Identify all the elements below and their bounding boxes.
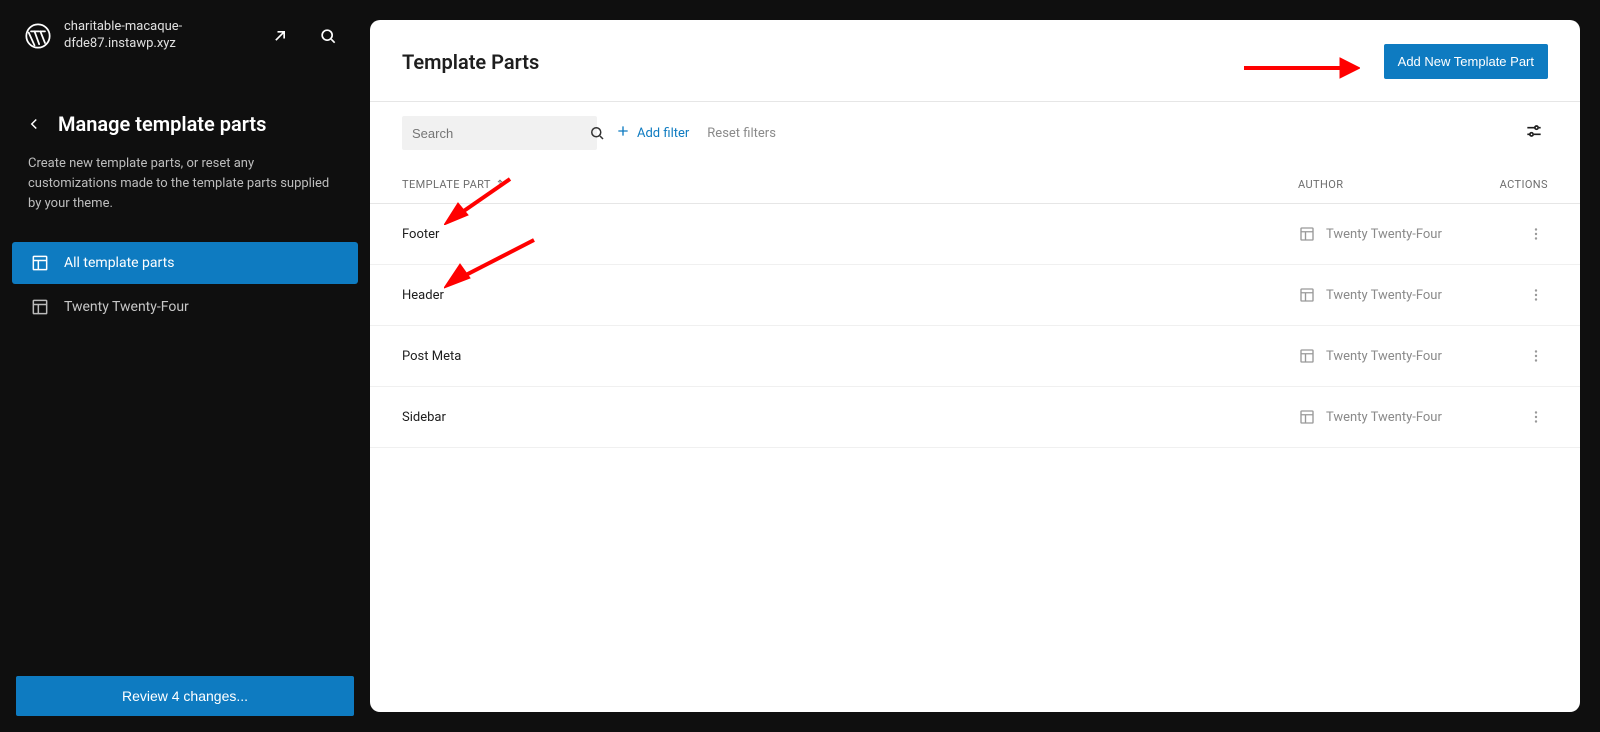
search-input[interactable] — [412, 126, 588, 141]
row-actions — [1478, 222, 1548, 246]
template-part-author: Twenty Twenty-Four — [1298, 225, 1478, 243]
main-panel: Template Parts Add New Template Part Add… — [370, 20, 1580, 712]
sidebar-title: Manage template parts — [58, 112, 266, 136]
sidebar-item-label: Twenty Twenty-Four — [64, 299, 189, 315]
sidebar-item-all-template-parts[interactable]: All template parts — [12, 242, 358, 284]
search-icon — [588, 124, 606, 142]
sidebar-item-theme[interactable]: Twenty Twenty-Four — [12, 286, 358, 328]
row-actions — [1478, 344, 1548, 368]
template-part-name[interactable]: Header — [402, 288, 1298, 303]
sidebar-top: charitable-macaque-dfde87.instawp.xyz — [0, 0, 370, 72]
layout-icon — [30, 253, 50, 273]
wordpress-logo-icon[interactable] — [24, 22, 52, 50]
row-actions-menu-icon[interactable] — [1524, 283, 1548, 307]
table-row: Sidebar Twenty Twenty-Four — [370, 387, 1580, 448]
main-header: Template Parts Add New Template Part — [370, 20, 1580, 102]
row-actions — [1478, 405, 1548, 429]
back-chevron-icon[interactable] — [24, 115, 44, 133]
template-part-author: Twenty Twenty-Four — [1298, 408, 1478, 426]
layout-icon — [1298, 408, 1316, 426]
table-row: Footer Twenty Twenty-Four — [370, 204, 1580, 265]
table-row: Post Meta Twenty Twenty-Four — [370, 326, 1580, 387]
sidebar-item-label: All template parts — [64, 255, 174, 271]
reset-filters-button[interactable]: Reset filters — [707, 126, 776, 141]
filter-bar: Add filter Reset filters — [370, 102, 1580, 164]
template-part-author: Twenty Twenty-Four — [1298, 286, 1478, 304]
page-title: Template Parts — [402, 50, 539, 74]
template-part-name[interactable]: Sidebar — [402, 410, 1298, 425]
open-site-icon[interactable] — [262, 18, 298, 54]
layout-icon — [1298, 347, 1316, 365]
row-actions-menu-icon[interactable] — [1524, 344, 1548, 368]
template-part-author: Twenty Twenty-Four — [1298, 347, 1478, 365]
sort-asc-icon — [495, 178, 505, 191]
view-options-button[interactable] — [1520, 119, 1548, 147]
column-header-author[interactable]: AUTHOR — [1298, 178, 1478, 191]
sidebar-nav: All template parts Twenty Twenty-Four — [0, 234, 370, 338]
template-part-name[interactable]: Footer — [402, 227, 1298, 242]
column-header-actions: ACTIONS — [1478, 178, 1548, 191]
command-palette-icon[interactable] — [310, 18, 346, 54]
column-header-name[interactable]: TEMPLATE PART — [402, 178, 1298, 191]
sidebar: charitable-macaque-dfde87.instawp.xyz Ma… — [0, 0, 370, 732]
table-header: TEMPLATE PART AUTHOR ACTIONS — [370, 164, 1580, 204]
table-row: Header Twenty Twenty-Four — [370, 265, 1580, 326]
sidebar-title-row: Manage template parts — [0, 72, 370, 142]
row-actions — [1478, 283, 1548, 307]
layout-icon — [30, 297, 50, 317]
search-box[interactable] — [402, 116, 597, 150]
template-part-name[interactable]: Post Meta — [402, 349, 1298, 364]
sidebar-description: Create new template parts, or reset any … — [0, 142, 370, 234]
add-new-template-part-button[interactable]: Add New Template Part — [1384, 44, 1548, 79]
site-name: charitable-macaque-dfde87.instawp.xyz — [64, 19, 250, 53]
sliders-icon — [1524, 121, 1544, 145]
row-actions-menu-icon[interactable] — [1524, 222, 1548, 246]
layout-icon — [1298, 286, 1316, 304]
row-actions-menu-icon[interactable] — [1524, 405, 1548, 429]
sidebar-footer: Review 4 changes... — [0, 660, 370, 732]
add-filter-label: Add filter — [637, 126, 689, 141]
plus-icon — [615, 123, 631, 143]
layout-icon — [1298, 225, 1316, 243]
add-filter-button[interactable]: Add filter — [615, 123, 689, 143]
review-changes-button[interactable]: Review 4 changes... — [16, 676, 354, 716]
